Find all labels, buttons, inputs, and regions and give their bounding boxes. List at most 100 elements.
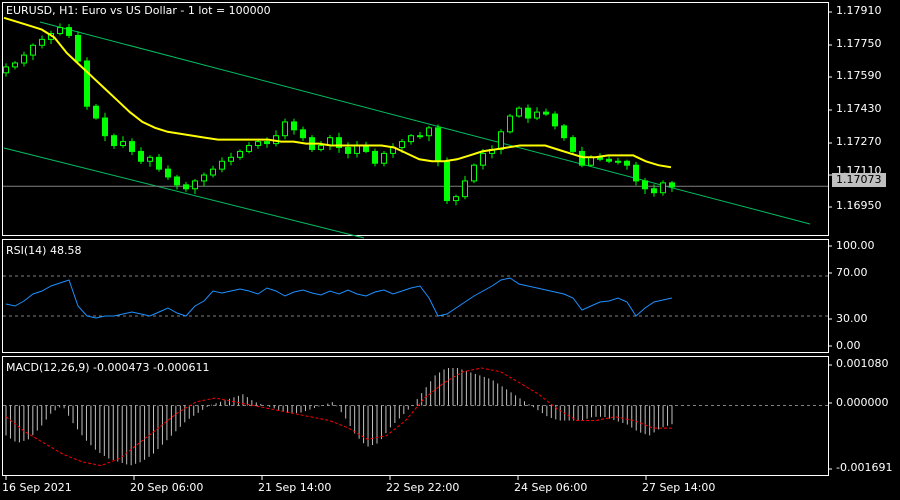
candle-body xyxy=(66,27,72,36)
time-tick: 22 Sep 22:00 xyxy=(386,481,460,494)
candle-body xyxy=(228,156,234,162)
candle-body xyxy=(192,180,198,190)
candle-body xyxy=(21,54,27,64)
candle-body xyxy=(606,158,612,162)
axis-ticks xyxy=(5,11,832,480)
channel-upper-line xyxy=(39,21,811,225)
candle-body xyxy=(93,105,99,119)
rsi-title: RSI(14) 48.58 xyxy=(6,244,82,257)
candle-body xyxy=(381,152,387,164)
macd-tick: 0.000000 xyxy=(836,396,889,409)
price-tick: 1.17590 xyxy=(836,69,882,82)
rsi-tick: 30.00 xyxy=(836,312,868,325)
candle-body xyxy=(201,174,207,182)
time-tick: 24 Sep 06:00 xyxy=(514,481,588,494)
candle-body xyxy=(417,135,423,138)
time-tick: 16 Sep 2021 xyxy=(2,481,72,494)
candle-body xyxy=(660,182,666,194)
candle-body xyxy=(183,184,189,190)
rsi-line xyxy=(5,277,673,319)
candle-body xyxy=(561,125,567,139)
candle-body xyxy=(480,152,486,166)
macd-title: MACD(12,26,9) -0.000473 -0.000611 xyxy=(6,361,210,374)
candle-body xyxy=(408,135,414,143)
candle-body xyxy=(345,147,351,154)
price-tick: 1.17910 xyxy=(836,4,882,17)
candle-body xyxy=(453,196,459,202)
macd-signal-line xyxy=(5,367,672,467)
candle-body xyxy=(669,182,675,188)
candle-body xyxy=(156,156,162,170)
candle-body xyxy=(318,145,324,150)
candle-body xyxy=(525,107,531,119)
price-tick: 1.17750 xyxy=(836,37,882,50)
candle-body xyxy=(147,156,153,162)
candle-body xyxy=(138,150,144,162)
candle-body xyxy=(210,168,216,176)
macd-tick: -0.001691 xyxy=(836,461,893,474)
candle-body xyxy=(372,150,378,164)
candle-body xyxy=(246,145,252,152)
candle-body xyxy=(219,160,225,170)
candle-body xyxy=(30,44,36,56)
candle-body xyxy=(12,62,18,68)
rsi-tick: 0.00 xyxy=(836,339,861,352)
candle-body xyxy=(264,141,270,145)
candle-body xyxy=(507,115,513,133)
price-tick: 1.17430 xyxy=(836,102,882,115)
rsi-tick: 100.00 xyxy=(836,239,875,252)
rsi-panel[interactable] xyxy=(3,275,828,319)
time-tick: 21 Sep 14:00 xyxy=(258,481,332,494)
candle-body xyxy=(300,129,306,139)
candle-body xyxy=(516,107,522,117)
candle-body xyxy=(633,164,639,182)
candle-body xyxy=(435,127,441,162)
candle-body xyxy=(615,160,621,163)
current-price-label: 1.17073 xyxy=(832,173,886,187)
candle-body xyxy=(282,121,288,137)
rsi-tick: 70.00 xyxy=(836,266,868,279)
candle-body xyxy=(552,113,558,127)
channel-lower-line xyxy=(3,147,365,239)
panel-borders xyxy=(2,2,829,476)
candle-body xyxy=(111,135,117,147)
candle-body xyxy=(579,150,585,166)
candle-body xyxy=(39,38,45,46)
candle-body xyxy=(174,176,180,186)
candle-body xyxy=(129,141,135,152)
candle-body xyxy=(399,141,405,149)
candle-body xyxy=(165,168,171,178)
main-chart-title: EURUSD, H1: Euro vs US Dollar - 1 lot = … xyxy=(6,4,271,17)
candle-body xyxy=(588,156,594,166)
time-tick: 20 Sep 06:00 xyxy=(130,481,204,494)
candle-body xyxy=(534,111,540,119)
price-panel[interactable] xyxy=(3,16,828,239)
rsi-panel-border xyxy=(2,239,829,353)
candle-body xyxy=(3,66,9,74)
main-panel-border xyxy=(2,2,829,236)
candle-body xyxy=(291,121,297,131)
candle-body xyxy=(354,145,360,154)
candle-body xyxy=(255,141,261,147)
candle-body xyxy=(57,27,63,34)
candle-body xyxy=(624,160,630,166)
candle-body xyxy=(102,117,108,137)
candle-body xyxy=(426,127,432,137)
candle-body xyxy=(75,34,81,62)
macd-panel[interactable] xyxy=(3,367,828,467)
candle-body xyxy=(462,180,468,198)
candle-body xyxy=(642,180,648,190)
price-tick: 1.16950 xyxy=(836,199,882,212)
macd-tick: 0.001080 xyxy=(836,357,889,370)
time-tick: 27 Sep 14:00 xyxy=(642,481,716,494)
candle-body xyxy=(543,111,549,115)
candle-body xyxy=(570,137,576,152)
candle-body xyxy=(471,164,477,182)
candle-body xyxy=(444,160,450,202)
candle-body xyxy=(120,141,126,147)
chart-stage[interactable] xyxy=(0,0,900,500)
candle-body xyxy=(498,131,504,150)
price-tick: 1.17270 xyxy=(836,135,882,148)
candle-body xyxy=(237,150,243,158)
candle-body xyxy=(651,188,657,194)
